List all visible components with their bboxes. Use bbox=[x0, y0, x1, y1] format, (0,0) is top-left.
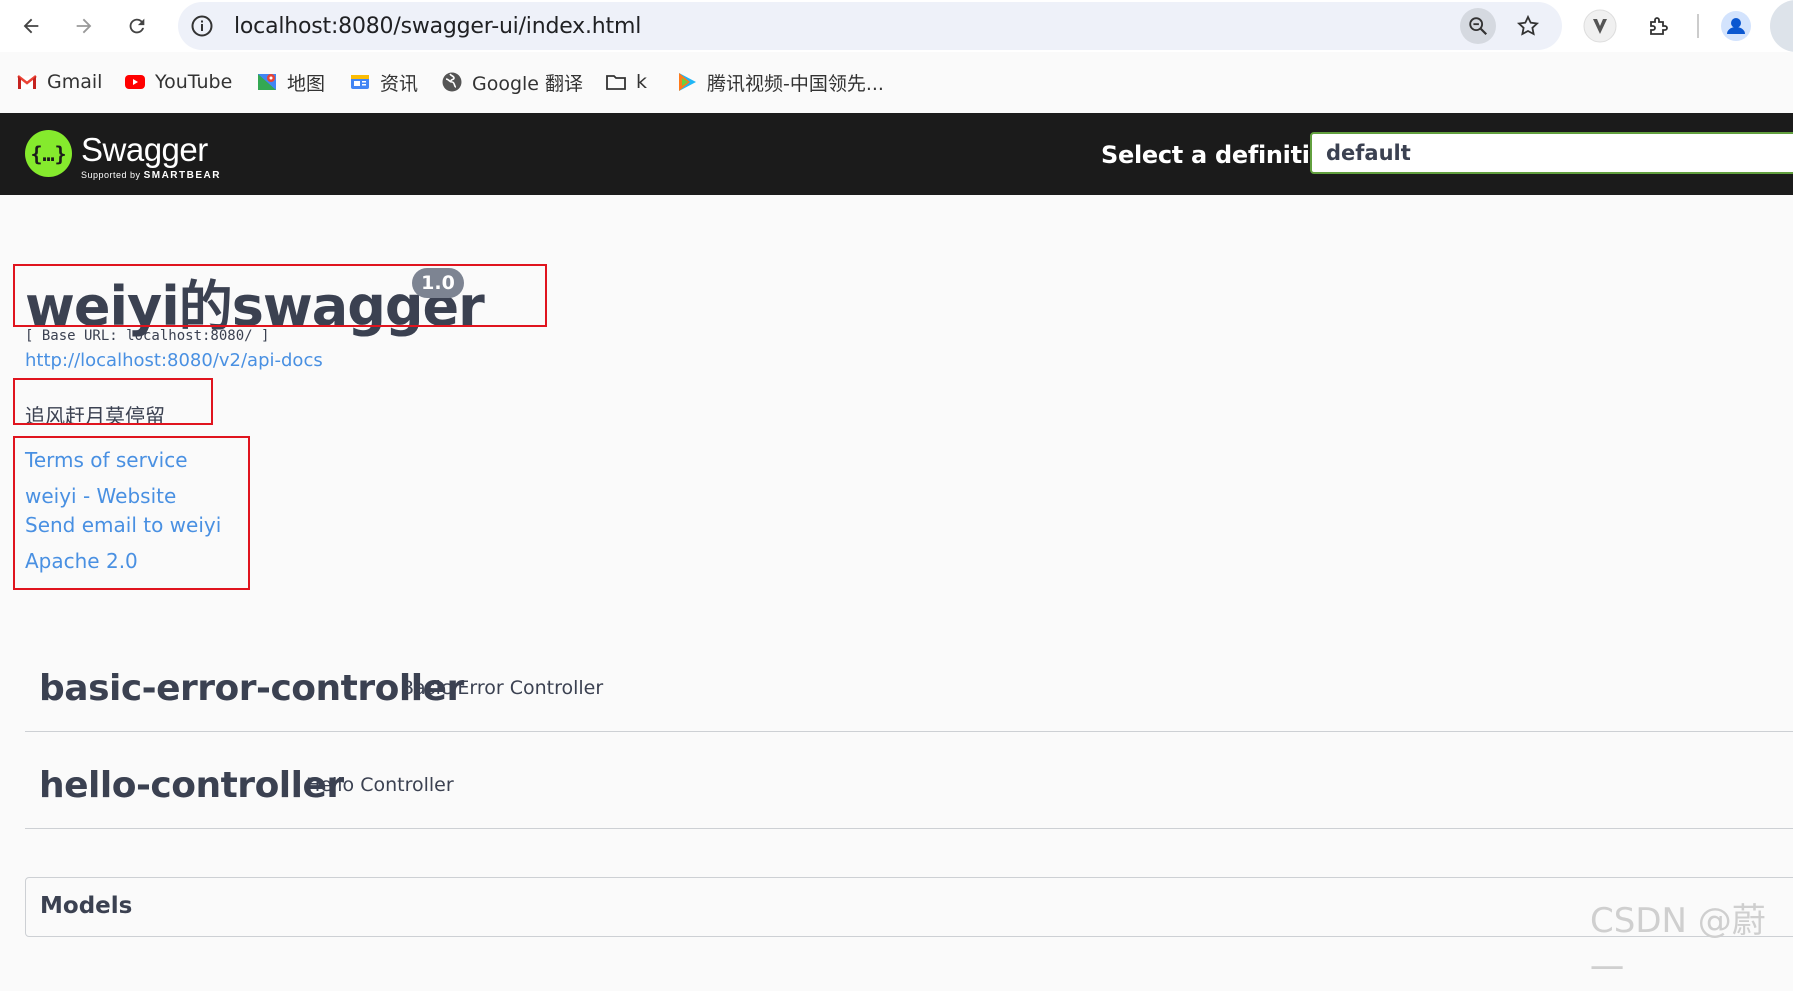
address-bar[interactable]: localhost:8080/swagger-ui/index.html bbox=[178, 2, 1562, 50]
arrow-left-icon bbox=[23, 18, 39, 34]
forward-button[interactable] bbox=[66, 8, 102, 44]
bookmark-maps[interactable]: 地图 bbox=[256, 68, 325, 96]
swagger-logo-text[interactable]: Swagger bbox=[81, 131, 208, 169]
gmail-icon bbox=[17, 75, 37, 89]
zoom-button[interactable] bbox=[1460, 8, 1496, 44]
tag-name[interactable]: hello-controller bbox=[39, 765, 344, 806]
csdn-watermark: CSDN @蔚一 bbox=[1590, 901, 1766, 990]
logo-sub-prefix: Supported by bbox=[81, 170, 141, 180]
side-panel-button[interactable] bbox=[1770, 0, 1793, 52]
tencent-video-icon bbox=[679, 73, 696, 91]
swagger-logo-subtitle: Supported by SMARTBEAR bbox=[81, 170, 221, 181]
bookmark-news[interactable]: 资讯 bbox=[349, 68, 418, 96]
bookmark-gmail[interactable]: Gmail bbox=[16, 68, 102, 96]
bookmark-label: Gmail bbox=[47, 71, 103, 93]
bookmark-youtube[interactable]: YouTube bbox=[124, 68, 232, 96]
profile-avatar-icon bbox=[1721, 11, 1751, 41]
tag-section-hello-controller[interactable]: hello-controller Hello Controller bbox=[25, 733, 1793, 829]
arrow-right-icon bbox=[76, 18, 92, 34]
maps-icon bbox=[258, 74, 276, 90]
info-icon[interactable] bbox=[190, 14, 214, 38]
select-definition-label: Select a definition bbox=[1101, 141, 1343, 169]
toolbar-divider bbox=[1697, 14, 1699, 38]
bookmark-label: 资讯 bbox=[380, 72, 419, 95]
swagger-topbar: {…} Swagger Supported by SMARTBEAR Selec… bbox=[0, 113, 1793, 195]
url-text: localhost:8080/swagger-ui/index.html bbox=[234, 14, 642, 39]
v-extension-icon bbox=[1583, 9, 1617, 43]
tag-name[interactable]: basic-error-controller bbox=[39, 668, 464, 709]
definition-select[interactable]: default bbox=[1310, 132, 1793, 174]
models-label[interactable]: Models bbox=[40, 893, 132, 919]
bookmark-label: 地图 bbox=[287, 72, 326, 95]
reload-icon bbox=[129, 18, 145, 34]
tag-section-basic-error-controller[interactable]: basic-error-controller Basic Error Contr… bbox=[25, 636, 1793, 732]
tag-description: Hello Controller bbox=[306, 774, 454, 796]
profile-button[interactable] bbox=[1718, 8, 1754, 44]
api-docs-link[interactable]: http://localhost:8080/v2/api-docs bbox=[25, 350, 323, 371]
bookmark-google-translate[interactable]: Google 翻译 bbox=[441, 68, 583, 96]
news-icon bbox=[351, 75, 369, 89]
bookmarks-bar: Gmail YouTube 地图 资讯 Google 翻译 k 腾讯视频-中国领… bbox=[0, 62, 1793, 102]
annotation-box-title bbox=[13, 264, 547, 327]
back-button[interactable] bbox=[13, 8, 49, 44]
zoom-out-icon bbox=[1469, 17, 1488, 36]
bookmark-star-button[interactable] bbox=[1512, 10, 1544, 42]
youtube-icon bbox=[125, 75, 145, 89]
star-icon bbox=[1516, 14, 1540, 36]
bookmark-label: Google 翻译 bbox=[472, 72, 584, 95]
annotation-box-links bbox=[13, 436, 250, 590]
extensions-button[interactable] bbox=[1640, 8, 1676, 44]
bookmark-label: 腾讯视频-中国领先... bbox=[707, 72, 884, 95]
annotation-box-description bbox=[13, 378, 213, 425]
tag-description: Basic Error Controller bbox=[401, 677, 604, 699]
base-url: [ Base URL: localhost:8080/ ] bbox=[25, 328, 270, 344]
extension-v-button[interactable] bbox=[1582, 8, 1618, 44]
globe-icon bbox=[442, 72, 462, 92]
bookmark-label: YouTube bbox=[155, 71, 233, 93]
puzzle-icon bbox=[1650, 17, 1668, 35]
reload-button[interactable] bbox=[119, 8, 155, 44]
bookmark-label: k bbox=[636, 71, 648, 93]
bookmark-tencent-video[interactable]: 腾讯视频-中国领先... bbox=[676, 68, 884, 96]
swagger-logo-icon[interactable]: {…} bbox=[25, 130, 72, 177]
bookmark-folder-k[interactable]: k bbox=[605, 68, 647, 96]
browser-toolbar: localhost:8080/swagger-ui/index.html bbox=[0, 0, 1793, 52]
logo-sub-brand: SMARTBEAR bbox=[143, 170, 221, 181]
models-section[interactable]: Models bbox=[25, 877, 1793, 937]
folder-icon bbox=[606, 75, 626, 90]
